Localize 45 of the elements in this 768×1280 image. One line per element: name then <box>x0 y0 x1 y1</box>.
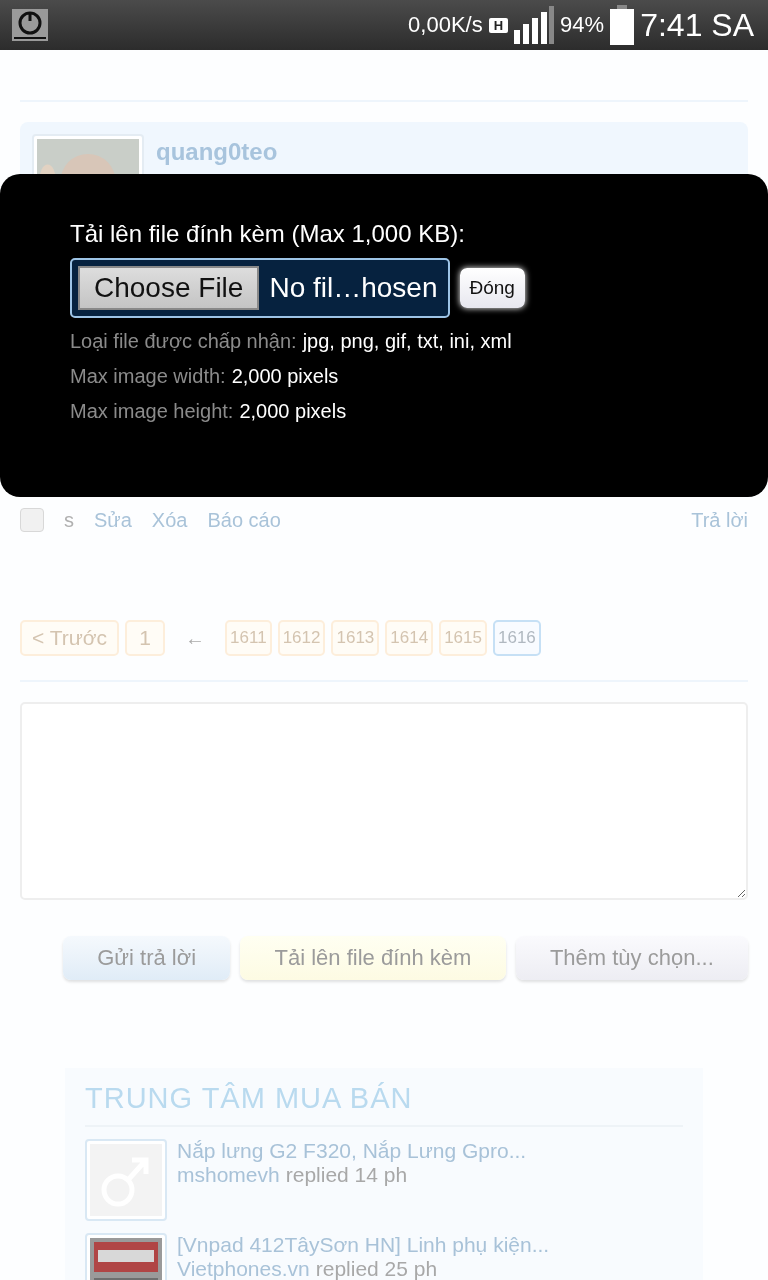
submit-reply-button[interactable]: Gửi trả lời <box>63 936 231 980</box>
signal-icon <box>514 6 555 44</box>
reply-textarea[interactable] <box>20 702 748 900</box>
page-button[interactable]: 1616 <box>492 620 541 656</box>
thread-user-link[interactable]: mshomevh <box>177 1163 280 1187</box>
thread-user-link[interactable]: Vietphones.vn <box>177 1257 310 1280</box>
male-symbol-icon <box>85 1139 167 1221</box>
network-speed: 0,00K/s <box>408 12 483 38</box>
thread-title-link[interactable]: [Vnpad 412TâySơn HN] Linh phụ kiện... <box>177 1233 550 1257</box>
reply-link[interactable]: Trả lời <box>691 508 748 532</box>
clock: 7:41 SA <box>640 6 754 44</box>
info-label: Loại file được chấp nhận: <box>70 330 297 353</box>
post-action-link[interactable]: Xóa <box>151 508 188 532</box>
sidebar-title: TRUNG TÂM MUA BÁN <box>85 1082 683 1127</box>
info-label: Max image width: <box>70 365 226 388</box>
page-button[interactable]: 1 <box>125 620 166 656</box>
username-link[interactable]: quang0teo <box>156 138 278 166</box>
close-button[interactable]: Đóng <box>459 268 525 308</box>
upload-attachment-button[interactable]: Tải lên file đính kèm <box>240 936 506 980</box>
previous-page-button[interactable]: < Trước <box>20 620 120 656</box>
app-icon <box>12 9 48 41</box>
thread-meta: replied 25 ph <box>315 1257 438 1280</box>
choose-file-button[interactable]: Choose File <box>78 266 260 310</box>
file-input[interactable]: Choose File No fil…hosen <box>70 258 450 318</box>
page-button[interactable]: 1613 <box>331 620 380 656</box>
info-label: Max image height: <box>70 400 234 423</box>
page-jump-arrow[interactable]: ← <box>185 626 206 650</box>
dialog-title: Tải lên file đính kèm (Max 1,000 KB): <box>70 220 466 248</box>
info-value: 2,000 pixels <box>231 365 339 388</box>
battery-percent: 94% <box>560 12 605 38</box>
network-type: H <box>488 17 509 33</box>
info-value: jpg, png, gif, txt, ini, xml <box>302 330 512 353</box>
info-value: 2,000 pixels <box>239 400 347 423</box>
post-action-link[interactable]: Báo cáo <box>207 508 281 532</box>
select-checkbox[interactable] <box>20 508 44 532</box>
page-button[interactable]: 1611 <box>225 620 272 656</box>
page-button[interactable]: 1615 <box>439 620 487 656</box>
post-action-link[interactable]: Sửa <box>94 508 132 532</box>
thread-meta: replied 14 ph <box>285 1163 408 1187</box>
more-options-button[interactable]: Thêm tùy chọn... <box>515 936 748 980</box>
battery-icon <box>610 5 635 45</box>
thread-title-link[interactable]: Nắp lưng G2 F320, Nắp Lưng Gpro... <box>177 1139 527 1163</box>
page-button[interactable]: 1612 <box>277 620 326 656</box>
page-button[interactable]: 1614 <box>385 620 434 656</box>
file-name: No fil…hosen <box>269 272 439 304</box>
